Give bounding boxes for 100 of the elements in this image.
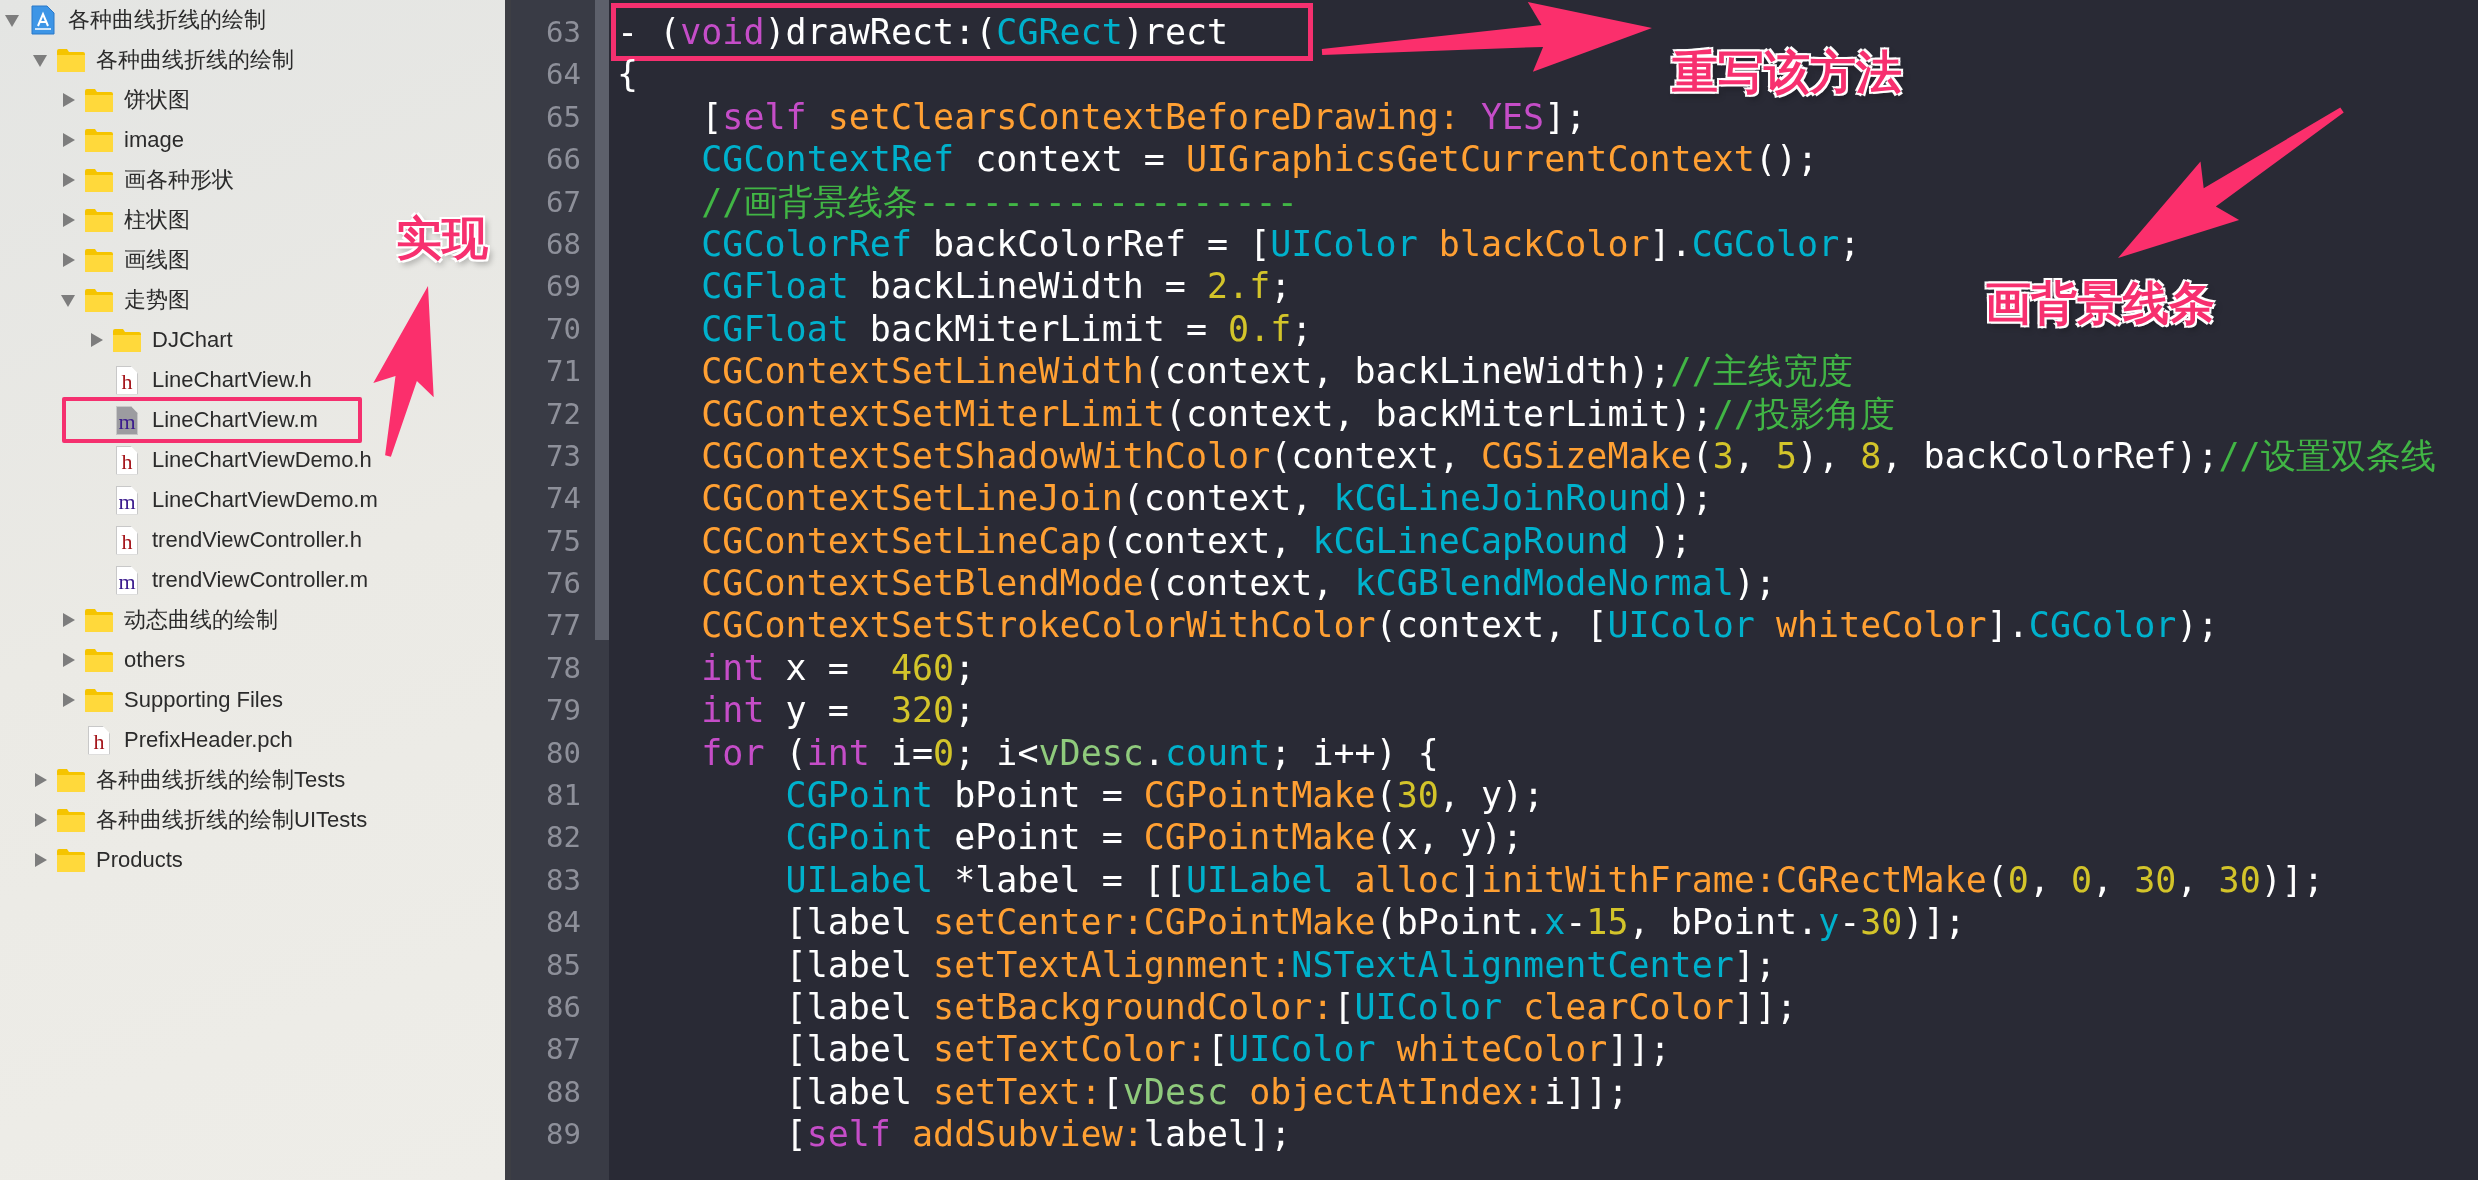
file-icon: m <box>116 565 138 595</box>
code-line: [label setText:[vDesc objectAtIndex:i]]; <box>784 1070 1629 1114</box>
line-number: 80 <box>545 734 582 772</box>
code-line: CGContextSetLineJoin(context, kCGLineJoinRound); <box>700 477 1713 520</box>
callout-label: 重写该方法 <box>1672 44 1902 101</box>
disclosure-triangle-icon[interactable] <box>32 772 48 788</box>
line-number: 69 <box>545 268 582 306</box>
file-name[interactable]: 画线图 <box>124 245 190 275</box>
code-line: CGFloat backMiterLimit = 0.f; <box>700 307 1313 351</box>
code-line: CGColorRef backColorRef = [UIColor blackColor].CGColor; <box>700 222 1861 266</box>
code-line: CGPoint ePoint = CGPointMake(x, y); <box>784 816 1524 859</box>
line-number: 78 <box>545 649 582 687</box>
code-line: CGContextSetStrokeColorWithColor(context, [UIColor whiteColor].CGColor); <box>700 604 2219 647</box>
code-line: CGContextRef context = UIGraphicsGetCurrentContext(); <box>700 138 1819 181</box>
disclosure-triangle-icon[interactable] <box>60 212 76 228</box>
code-line: for (int i=0; i<vDesc.count; i++) { <box>700 731 1439 775</box>
line-number: 67 <box>545 183 582 221</box>
line-number: 86 <box>545 989 582 1026</box>
code-line: int x = 460; <box>700 646 976 690</box>
line-number: 64 <box>545 56 582 94</box>
code-line: [label setTextColor:[UIColor whiteColor]]; <box>784 1028 1671 1071</box>
disclosure-triangle-icon[interactable] <box>60 252 76 268</box>
code-line: CGPoint bPoint = CGPointMake(30, y); <box>784 774 1545 817</box>
file-name[interactable]: 各种曲线折线的绘制 <box>68 5 266 35</box>
line-number: 63 <box>545 14 582 51</box>
line-number: 71 <box>545 353 582 391</box>
code-line: [self addSubview:label]; <box>784 1113 1292 1156</box>
code-line: [self setClearsContextBeforeDrawing: YES]; <box>700 95 1587 139</box>
callout-label: 画背景线条 <box>1985 275 2215 332</box>
disclosure-triangle-icon[interactable] <box>32 52 48 68</box>
line-number: 79 <box>545 692 582 730</box>
code-line: //画背景线条------------------ <box>700 180 1298 223</box>
code-line: [label setCenter:CGPointMake(bPoint.x-15, bPoint.y-30)]; <box>784 901 1966 944</box>
line-number: 77 <box>545 607 582 645</box>
disclosure-triangle-icon[interactable] <box>4 12 20 28</box>
code-line: CGFloat backLineWidth = 2.f; <box>700 265 1292 308</box>
line-number: 84 <box>545 904 582 942</box>
file-icon: m <box>116 405 138 435</box>
line-number: 83 <box>545 861 582 899</box>
line-number: 65 <box>545 98 582 136</box>
code-line: CGContextSetLineCap(context, kCGLineCapRound ); <box>700 519 1692 563</box>
line-number: 88 <box>545 1073 582 1111</box>
file-name[interactable]: 动态曲线的绘制 <box>124 605 278 635</box>
file-name[interactable]: others <box>124 647 186 673</box>
file-name[interactable]: 各种曲线折线的绘制UITests <box>96 805 368 835</box>
line-number: 70 <box>545 310 582 348</box>
file-name[interactable]: Supporting Files <box>124 687 283 713</box>
disclosure-triangle-icon[interactable] <box>88 332 104 348</box>
file-name[interactable]: 饼状图 <box>124 85 190 115</box>
file-name[interactable]: 各种曲线折线的绘制 <box>96 45 294 75</box>
line-number: 87 <box>545 1031 582 1069</box>
disclosure-triangle-icon[interactable] <box>60 292 76 308</box>
file-name[interactable]: trendViewController.h <box>152 527 362 553</box>
line-number: 75 <box>545 522 582 560</box>
line-number: 74 <box>545 480 582 518</box>
line-number: 73 <box>545 437 582 475</box>
code-line: CGContextSetBlendMode(context, kCGBlendModeNormal); <box>700 562 1776 605</box>
code-line: CGContextSetShadowWithColor(context, CGSizeMake(3, 5), 8, backColorRef);//设置双条线 <box>700 434 2436 478</box>
disclosure-triangle-icon[interactable] <box>60 612 76 628</box>
file-name[interactable]: 柱状图 <box>124 205 190 235</box>
line-number: 66 <box>545 141 582 179</box>
line-number: 85 <box>545 946 582 984</box>
code-line: [label setBackgroundColor:[UIColor clearColor]]; <box>784 986 1798 1029</box>
disclosure-triangle-icon[interactable] <box>60 92 76 108</box>
code-line: int y = 320; <box>700 689 976 732</box>
file-icon: h <box>116 445 138 475</box>
disclosure-triangle-icon[interactable] <box>60 132 76 148</box>
disclosure-triangle-icon[interactable] <box>60 652 76 668</box>
line-number: 68 <box>545 225 582 263</box>
file-icon: h <box>116 365 138 395</box>
code-line: [label setTextAlignment:NSTextAlignmentCenter]; <box>784 943 1776 986</box>
file-name[interactable]: Products <box>96 847 183 873</box>
file-name[interactable]: 各种曲线折线的绘制Tests <box>96 765 346 795</box>
file-name[interactable]: PrefixHeader.pch <box>124 727 293 753</box>
file-name[interactable]: DJChart <box>152 327 233 353</box>
callout-label: 实现 <box>396 210 488 267</box>
file-name[interactable]: 画各种形状 <box>124 165 234 195</box>
line-number: 89 <box>545 1116 582 1154</box>
file-icon: h <box>116 525 138 555</box>
line-number: 72 <box>545 395 582 433</box>
file-name[interactable]: 走势图 <box>124 285 190 315</box>
file-name[interactable]: trendViewController.m <box>152 567 369 593</box>
disclosure-triangle-icon[interactable] <box>32 852 48 868</box>
file-icon: h <box>88 725 110 755</box>
code-line: CGContextSetMiterLimit(context, backMiterLimit);//投影角度 <box>700 392 1895 435</box>
file-name[interactable]: LineChartView.m <box>152 407 318 433</box>
code-line: CGContextSetLineWidth(context, backLineWidth);//主线宽度 <box>700 350 1853 393</box>
disclosure-triangle-icon[interactable] <box>60 172 76 188</box>
file-name[interactable]: LineChartViewDemo.h <box>152 447 372 473</box>
file-name[interactable]: LineChartView.h <box>152 367 312 393</box>
disclosure-triangle-icon[interactable] <box>60 692 76 708</box>
line-number: 81 <box>545 777 582 815</box>
line-number: 82 <box>545 819 582 857</box>
disclosure-triangle-icon[interactable] <box>32 812 48 828</box>
file-name[interactable]: LineChartViewDemo.m <box>152 487 378 513</box>
code-line: UILabel *label = [[UILabel alloc]initWithFrame:CGRectMake(0, 0, 30, 30)]; <box>784 858 2324 902</box>
file-icon: m <box>116 485 138 515</box>
line-number: 76 <box>545 565 582 603</box>
scroll-bar[interactable] <box>595 0 609 1180</box>
file-name[interactable]: image <box>124 127 184 153</box>
